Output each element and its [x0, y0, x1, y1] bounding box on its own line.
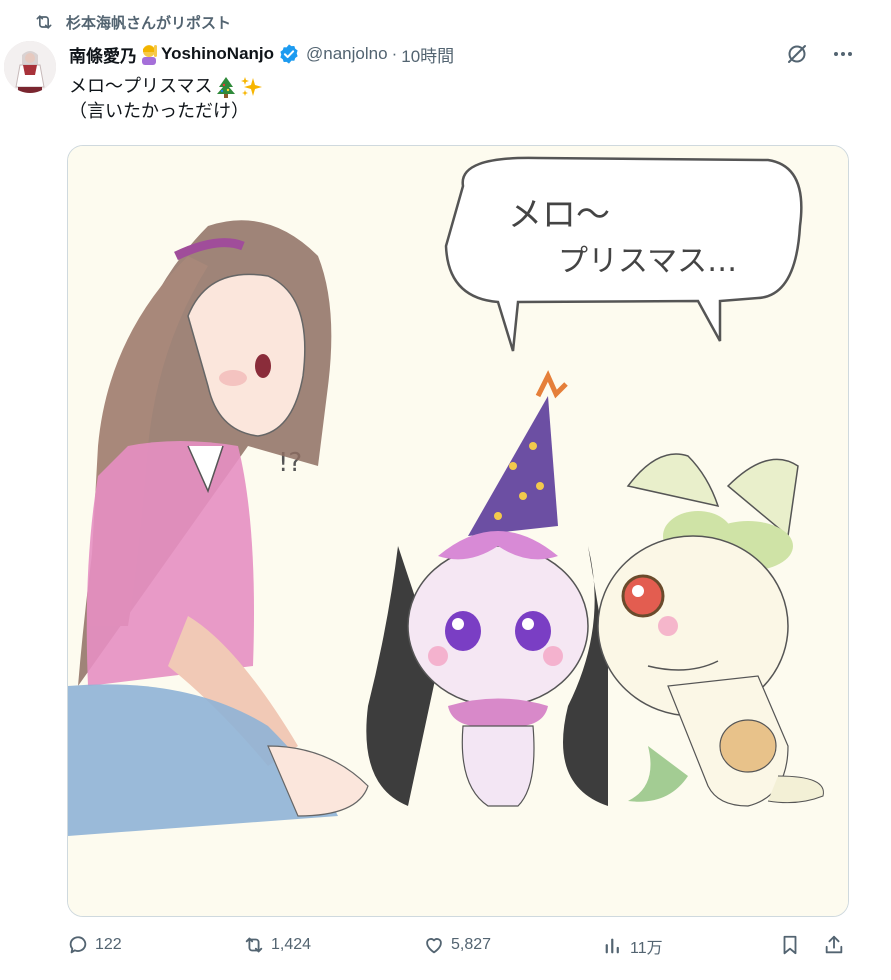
author-name-suffix[interactable]: YoshinoNanjo — [161, 44, 274, 64]
person-raising-hand-emoji — [139, 43, 159, 65]
repost-icon — [36, 15, 52, 29]
tweet-header: 南條愛乃 YoshinoNanjo @nanjolno · 10時間 — [69, 41, 454, 67]
like-button[interactable]: 5,827 — [423, 934, 491, 956]
bookmark-button[interactable] — [779, 934, 801, 956]
repost-count: 1,424 — [271, 936, 312, 953]
tweet-text: メロ〜プリスマス （言いたかっただけ） — [69, 74, 263, 124]
speech-line-2: プリスマス… — [558, 244, 737, 279]
bookmark-icon — [783, 935, 797, 955]
reply-icon — [69, 936, 87, 954]
sparkles-emoji — [240, 76, 263, 98]
tweet-top-actions — [785, 42, 855, 66]
like-count: 5,827 — [451, 936, 492, 953]
tweet-line-2-text: （言いたかっただけ） — [69, 101, 249, 121]
grok-icon[interactable] — [785, 42, 809, 66]
repost-button[interactable]: 1,424 — [243, 934, 311, 956]
separator-dot: · — [391, 44, 398, 63]
tweet-line-2: （言いたかっただけ） — [69, 99, 262, 124]
tweet-actions: 122 1,424 5,827 11万 — [67, 934, 855, 962]
heart-icon — [426, 938, 442, 954]
more-options-icon[interactable] — [831, 42, 855, 66]
tweet-time[interactable]: 10時間 — [401, 42, 454, 67]
verified-badge-icon — [280, 44, 298, 64]
author-name[interactable]: 南條愛乃 — [69, 42, 137, 67]
reply-count: 122 — [95, 936, 122, 953]
views-count: 11万 — [630, 940, 663, 957]
share-button[interactable] — [823, 934, 845, 956]
repost-icon — [245, 937, 263, 953]
christmas-tree-emoji — [215, 76, 237, 98]
repost-context[interactable]: 杉本海帆さんがリポスト — [34, 10, 231, 34]
avatar[interactable] — [4, 41, 56, 93]
views-icon — [605, 938, 619, 954]
tweet-line-1-text: メロ〜プリスマス — [69, 76, 213, 96]
speech-line-1: メロ〜 — [508, 195, 610, 235]
reply-button[interactable]: 122 — [67, 934, 122, 956]
repost-context-text: 杉本海帆さんがリポスト — [66, 14, 232, 32]
share-icon — [825, 935, 843, 954]
author-handle[interactable]: @nanjolno — [306, 44, 388, 64]
tweet-line-1: メロ〜プリスマス — [69, 74, 263, 99]
views-button[interactable]: 11万 — [602, 934, 663, 958]
tweet-media-image[interactable]: メロ〜 プリスマス… !? — [67, 145, 849, 917]
